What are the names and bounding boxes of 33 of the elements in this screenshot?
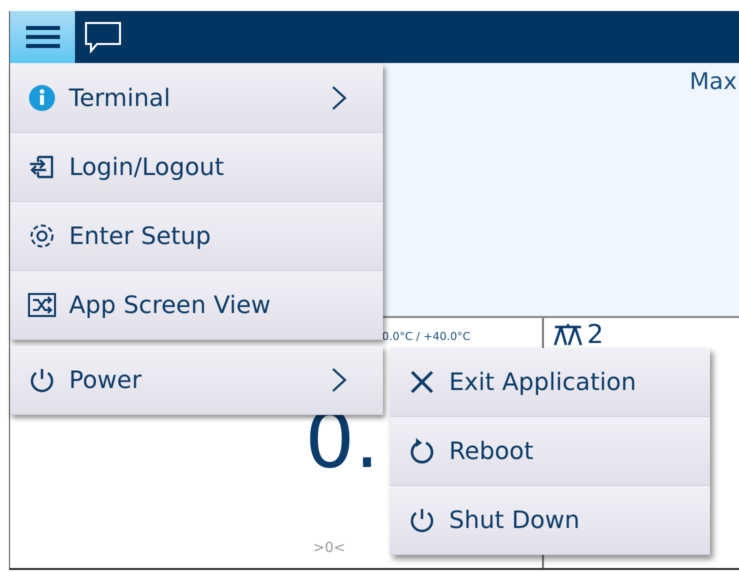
scale-number: 2	[587, 322, 604, 348]
chevron-right-icon	[331, 367, 347, 393]
scale-icon	[553, 323, 583, 347]
menu-button[interactable]	[10, 11, 75, 63]
menu-item[interactable]: Reboot	[390, 417, 710, 486]
shuffle-icon	[28, 291, 56, 319]
menu-item[interactable]: Exit Application	[390, 348, 710, 417]
menu-item[interactable]: Login/Logout	[10, 133, 383, 202]
close-icon	[408, 368, 436, 396]
max-label: Max	[689, 71, 738, 94]
info-icon	[28, 84, 56, 112]
menu-item-label: Power	[69, 365, 143, 396]
settings-icon	[28, 222, 56, 250]
menu-item[interactable]: Terminal	[10, 64, 383, 133]
reload-icon	[408, 437, 436, 465]
power-icon	[28, 366, 56, 394]
menu-item-label: Login/Logout	[69, 152, 226, 183]
menu-item-label: Terminal	[69, 83, 172, 114]
menu-item-label: App Screen View	[69, 290, 272, 321]
zero-indicator: >0<	[313, 539, 346, 558]
login-icon	[28, 153, 56, 181]
chevron-right-icon	[331, 85, 347, 111]
menu-item-label: Reboot	[449, 436, 534, 467]
menu-item[interactable]: Enter Setup	[10, 202, 383, 271]
power-icon	[408, 506, 436, 534]
speech-bubble-icon	[82, 20, 122, 54]
menu-item-label: Enter Setup	[69, 221, 212, 252]
menu-item[interactable]: Power	[10, 346, 383, 415]
temperature-range: 0.0°C / +40.0°C	[382, 329, 470, 345]
menu-item[interactable]: Shut Down	[390, 486, 710, 555]
menu-item-label: Shut Down	[449, 505, 581, 536]
menu-item-label: Exit Application	[449, 367, 638, 398]
menu-item[interactable]: App Screen View	[10, 271, 383, 340]
